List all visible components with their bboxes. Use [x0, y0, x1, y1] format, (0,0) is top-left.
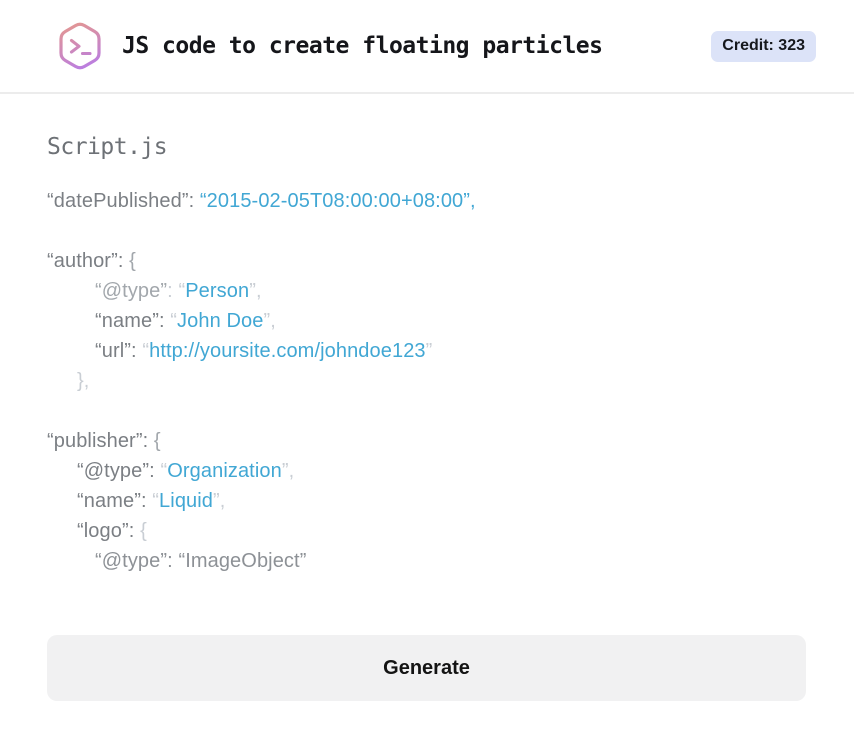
- code-line: },: [47, 366, 806, 396]
- code-line: “@type”: “ImageObject”: [47, 546, 806, 576]
- code-block: “datePublished”: “2015-02-05T08:00:00+08…: [47, 186, 806, 576]
- page-title: JS code to create floating particles: [122, 33, 603, 59]
- code-segment-light: ”,: [213, 490, 226, 512]
- code-line: “name”: “Liquid”,: [47, 486, 806, 516]
- code-segment-blue: “2015-02-05T08:00:00+08:00”,: [199, 190, 476, 212]
- code-segment-key: :: [158, 310, 171, 332]
- code-segment-light: {: [140, 520, 147, 542]
- code-line: “name”: “John Doe”,: [47, 306, 806, 336]
- code-segment-light: ”,: [281, 460, 295, 482]
- code-segment-key: :: [128, 520, 141, 542]
- code-line: “publisher”: {: [47, 426, 806, 456]
- code-segment-blue: Liquid: [159, 490, 214, 512]
- code-segment-light: },: [77, 370, 90, 392]
- app-header: JS code to create floating particles Cre…: [0, 0, 854, 94]
- content-area: Script.js “datePublished”: “2015-02-05T0…: [0, 94, 854, 701]
- code-segment-key: “@type”: [77, 460, 150, 482]
- script-filename-heading: Script.js: [47, 134, 168, 160]
- code-line: “@type”: “Person”,: [47, 276, 806, 306]
- code-line: “url”: “http://yoursite.com/johndoe123”: [47, 336, 806, 366]
- code-segment-key: “publisher”:: [47, 430, 154, 452]
- code-segment-blue: Organization: [167, 460, 282, 482]
- code-segment-key: “name”: [95, 310, 159, 332]
- code-segment-light: :: [167, 280, 179, 302]
- code-segment-key: :: [140, 490, 153, 512]
- terminal-hexagon-logo-icon: [56, 21, 104, 71]
- code-line: “@type”: “Organization”,: [47, 456, 806, 486]
- code-segment-light: ”: [425, 340, 433, 362]
- code-segment-muted: “@type”: [95, 280, 168, 302]
- code-segment-blue: http://yoursite.com/johndoe123: [149, 340, 426, 362]
- code-segment-blue: Person: [185, 280, 250, 302]
- code-segment-key: “datePublished”:: [47, 190, 200, 212]
- code-line: “author”: {: [47, 246, 806, 276]
- code-segment-key: :: [131, 340, 143, 362]
- code-segment-key: :: [149, 460, 161, 482]
- code-line: “datePublished”: “2015-02-05T08:00:00+08…: [47, 186, 806, 216]
- code-line: “logo”: {: [47, 516, 806, 546]
- credit-badge: Credit: 323: [711, 30, 816, 62]
- code-segment-plain: “@type”: “ImageObject”: [95, 550, 307, 572]
- generate-button[interactable]: Generate: [47, 635, 806, 701]
- code-segment-key: “logo”: [77, 520, 129, 542]
- code-segment-light: ”,: [249, 280, 262, 302]
- code-segment-key: “name”: [77, 490, 141, 512]
- code-segment-light: ”,: [263, 310, 276, 332]
- code-segment-key: “author”:: [47, 250, 130, 272]
- code-segment-blue: John Doe: [177, 310, 264, 332]
- code-segment-key: “url”: [95, 340, 132, 362]
- code-segment-muted: {: [153, 430, 161, 452]
- code-segment-muted: {: [129, 250, 136, 272]
